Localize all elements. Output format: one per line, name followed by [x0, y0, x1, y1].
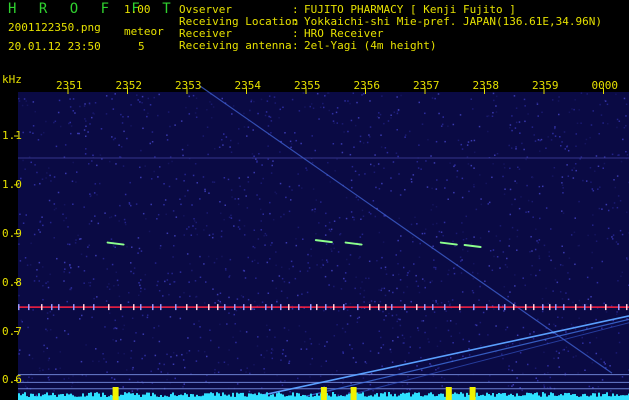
reference-tick — [486, 304, 488, 311]
meteor-spike — [469, 387, 476, 400]
y-axis-unit: kHz — [2, 73, 22, 86]
reference-tick — [28, 304, 30, 311]
reference-tick — [533, 304, 535, 311]
reference-tick — [316, 304, 318, 311]
reference-tick — [626, 304, 628, 311]
y-tick-label: 1.0 — [2, 177, 22, 191]
x-tick-label: 2353 — [175, 79, 202, 92]
reference-tick — [404, 304, 406, 311]
reference-tick — [590, 304, 592, 311]
reference-tick — [152, 304, 154, 311]
reference-tick — [498, 304, 500, 311]
reference-tick — [584, 304, 586, 311]
x-tick-label: 2359 — [532, 79, 559, 92]
meteor-spike — [320, 387, 327, 400]
reference-tick — [525, 304, 527, 311]
y-tick-label: 0.6 — [2, 373, 22, 387]
reference-tick — [186, 304, 188, 311]
x-tick-label: 2352 — [115, 79, 143, 92]
y-tick-label: 0.7 — [2, 324, 22, 338]
reference-tick — [175, 304, 177, 311]
x-tick-label: 2354 — [234, 79, 262, 92]
reference-tick — [416, 304, 418, 311]
reference-tick — [224, 304, 226, 311]
reference-tick — [555, 304, 557, 311]
reference-tick — [133, 304, 135, 311]
plot-background — [18, 92, 629, 400]
y-tick-label: 0.9 — [2, 226, 22, 240]
reference-tick — [444, 304, 446, 311]
reference-tick — [217, 304, 219, 311]
reference-tick — [563, 304, 565, 311]
reference-tick — [357, 304, 359, 311]
reference-tick — [504, 304, 506, 311]
reference-tick — [432, 304, 434, 311]
reference-tick — [208, 304, 210, 311]
reference-tick — [288, 304, 290, 311]
reference-tick — [83, 304, 85, 311]
reference-tick — [473, 304, 475, 311]
x-tick-label: 2356 — [353, 79, 381, 92]
x-tick-label: 2351 — [56, 79, 83, 92]
reference-tick — [271, 304, 273, 311]
spectrogram — [14, 85, 629, 400]
reference-tick — [424, 304, 426, 311]
reference-tick — [243, 304, 245, 311]
y-tick-label: 1.1 — [2, 129, 22, 142]
meteor-spike — [350, 387, 357, 400]
reference-tick — [280, 304, 282, 311]
reference-tick — [298, 304, 300, 311]
reference-tick — [41, 304, 43, 311]
reference-tick — [196, 304, 198, 311]
y-tick-label: 0.8 — [2, 275, 22, 289]
reference-tick — [542, 304, 544, 311]
x-tick-label: 2357 — [413, 79, 440, 92]
reference-tick — [234, 304, 236, 311]
reference-tick — [333, 304, 335, 311]
reference-tick — [605, 304, 607, 311]
reference-tick — [120, 304, 122, 311]
reference-tick — [250, 304, 252, 311]
reference-tick — [18, 304, 20, 311]
reference-tick — [513, 304, 515, 311]
reference-tick — [58, 304, 60, 311]
reference-tick — [310, 304, 312, 311]
reference-tick — [265, 304, 267, 311]
reference-tick — [325, 304, 327, 311]
reference-tick — [160, 304, 162, 311]
meteor-spike — [112, 387, 119, 400]
reference-tick — [549, 304, 551, 311]
reference-tick — [93, 304, 95, 311]
reference-tick — [391, 304, 393, 311]
reference-tick — [618, 304, 620, 311]
reference-tick — [343, 304, 345, 311]
x-tick-label: 2358 — [472, 79, 500, 92]
reference-tick — [385, 304, 387, 311]
reference-tick — [108, 304, 110, 311]
reference-tick — [140, 304, 142, 311]
reference-tick — [378, 304, 380, 311]
x-tick-label: 2355 — [294, 79, 321, 92]
meteor-spike — [445, 387, 452, 400]
x-tick-label: 0000 — [591, 79, 619, 92]
reference-tick — [575, 304, 577, 311]
reference-tick — [459, 304, 461, 311]
reference-tick — [51, 304, 53, 311]
reference-tick — [73, 304, 75, 311]
reference-tick — [369, 304, 371, 311]
